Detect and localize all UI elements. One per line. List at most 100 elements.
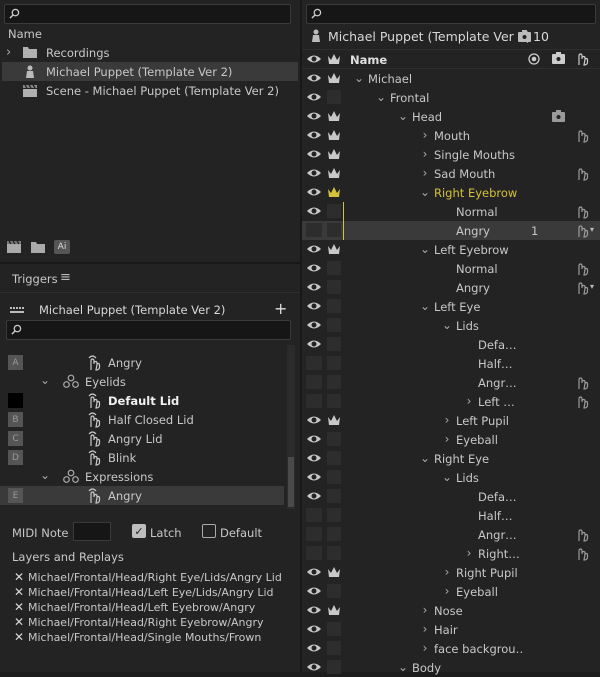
eye-icon[interactable] xyxy=(306,261,322,275)
eye-icon[interactable] xyxy=(306,204,322,218)
crown-toggle-empty[interactable] xyxy=(327,489,341,503)
hand-icon[interactable] xyxy=(575,166,589,184)
crown-toggle-empty[interactable] xyxy=(327,356,341,370)
crown-toggle-empty[interactable] xyxy=(327,280,341,294)
puppet-layer-row[interactable] xyxy=(302,278,600,297)
crown-toggle-empty[interactable] xyxy=(327,451,341,465)
remove-icon[interactable]: ✕ xyxy=(14,615,28,629)
remove-icon[interactable]: ✕ xyxy=(14,570,28,584)
collapse-chevron-icon[interactable]: ⌄ xyxy=(420,451,430,465)
collapse-chevron-icon[interactable]: ⌄ xyxy=(376,90,386,104)
crown-icon[interactable] xyxy=(327,185,341,199)
project-item[interactable]: › Recordings xyxy=(2,43,298,62)
eye-toggle-empty[interactable] xyxy=(306,375,322,389)
project-item[interactable]: Scene - Michael Puppet (Template Ver 2) xyxy=(2,81,298,100)
crown-toggle-empty[interactable] xyxy=(327,204,341,218)
key-slot[interactable]: C xyxy=(8,431,23,446)
puppet-layer-row[interactable] xyxy=(302,259,600,278)
puppet-layer-row[interactable] xyxy=(302,354,600,373)
crown-toggle-empty[interactable] xyxy=(327,584,341,598)
eye-icon[interactable] xyxy=(306,584,322,598)
collapse-chevron-icon[interactable]: ⌄ xyxy=(442,470,452,484)
new-folder-icon[interactable] xyxy=(30,240,46,254)
trigger-row[interactable] xyxy=(0,448,284,467)
collapse-chevron-icon[interactable]: ⌄ xyxy=(420,299,430,313)
eye-toggle-empty[interactable] xyxy=(306,527,322,541)
collapse-chevron-icon[interactable]: ⌄ xyxy=(40,373,50,387)
crown-toggle-empty[interactable] xyxy=(327,375,341,389)
hand-icon[interactable] xyxy=(575,546,589,564)
crown-icon[interactable] xyxy=(327,128,341,142)
key-slot[interactable]: A xyxy=(8,355,23,370)
eye-toggle-empty[interactable] xyxy=(306,508,322,522)
crown-toggle-empty[interactable] xyxy=(327,546,341,560)
dropdown-arrow-icon[interactable]: ▾ xyxy=(590,282,594,291)
eye-icon[interactable] xyxy=(306,413,322,427)
eye-toggle-empty[interactable] xyxy=(306,223,322,237)
eye-icon[interactable] xyxy=(306,432,322,446)
eye-icon[interactable] xyxy=(306,147,322,161)
eye-icon[interactable] xyxy=(306,242,322,256)
crown-icon[interactable] xyxy=(327,565,341,579)
remove-icon[interactable]: ✕ xyxy=(14,630,28,644)
puppet-search-field[interactable] xyxy=(306,4,596,24)
trigger-row[interactable] xyxy=(0,486,284,505)
eye-icon[interactable] xyxy=(306,71,322,85)
collapse-chevron-icon[interactable]: ⌄ xyxy=(354,71,364,85)
puppet-layer-row[interactable] xyxy=(302,487,600,506)
expand-chevron-icon[interactable]: › xyxy=(442,432,452,446)
eye-icon[interactable] xyxy=(306,641,322,655)
eye-icon[interactable] xyxy=(306,128,322,142)
expand-chevron-icon[interactable]: › xyxy=(420,622,430,636)
ai-icon[interactable]: Ai xyxy=(54,240,70,254)
default-checkbox[interactable] xyxy=(202,524,216,538)
puppet-layer-row[interactable] xyxy=(302,88,600,107)
crown-icon[interactable] xyxy=(327,603,341,617)
crown-toggle-empty[interactable] xyxy=(327,432,341,446)
puppet-layer-row[interactable] xyxy=(302,392,600,411)
eye-icon[interactable] xyxy=(306,565,322,579)
eye-icon[interactable] xyxy=(306,318,322,332)
collapse-chevron-icon[interactable]: ⌄ xyxy=(398,109,408,123)
eye-icon[interactable] xyxy=(306,185,322,199)
crown-icon[interactable] xyxy=(327,166,341,180)
puppet-layer-row[interactable] xyxy=(302,373,600,392)
key-slot[interactable] xyxy=(8,393,23,408)
new-scene-icon[interactable] xyxy=(6,240,22,254)
expand-chevron-icon[interactable]: › xyxy=(420,166,430,180)
remove-icon[interactable]: ✕ xyxy=(14,600,28,614)
hand-icon[interactable] xyxy=(575,375,589,393)
crown-icon[interactable] xyxy=(327,52,341,66)
eye-icon[interactable] xyxy=(306,166,322,180)
eye-icon[interactable] xyxy=(306,90,322,104)
collapse-chevron-icon[interactable]: ⌄ xyxy=(420,185,430,199)
midi-note-field[interactable] xyxy=(73,522,111,541)
key-slot[interactable]: E xyxy=(8,488,23,503)
add-trigger-button[interactable]: + xyxy=(274,299,287,318)
puppet-layer-row[interactable] xyxy=(302,525,600,544)
crown-toggle-empty[interactable] xyxy=(327,223,341,237)
key-slot[interactable]: B xyxy=(8,412,23,427)
crown-icon[interactable] xyxy=(327,413,341,427)
triggers-scrollbar[interactable] xyxy=(287,345,295,509)
eye-icon[interactable] xyxy=(306,109,322,123)
hand-icon[interactable] xyxy=(575,204,589,222)
tag-icon[interactable] xyxy=(552,110,565,125)
expand-chevron-icon[interactable]: › xyxy=(420,603,430,617)
expand-chevron-icon[interactable]: › xyxy=(442,584,452,598)
crown-toggle-empty[interactable] xyxy=(327,622,341,636)
expand-chevron-icon[interactable]: › xyxy=(442,413,452,427)
crown-toggle-empty[interactable] xyxy=(327,90,341,104)
puppet-layer-row[interactable] xyxy=(302,658,600,677)
remove-icon[interactable]: ✕ xyxy=(14,585,28,599)
puppet-layer-row[interactable] xyxy=(302,202,600,221)
eye-icon[interactable] xyxy=(306,470,322,484)
hand-icon[interactable] xyxy=(575,280,589,298)
hand-icon[interactable] xyxy=(575,527,589,545)
puppet-layer-row[interactable] xyxy=(302,221,600,240)
hand-icon[interactable] xyxy=(575,394,589,412)
dropdown-arrow-icon[interactable]: ▾ xyxy=(590,225,594,234)
expand-chevron-icon[interactable]: › xyxy=(464,546,474,560)
eye-icon[interactable] xyxy=(306,451,322,465)
collapse-chevron-icon[interactable]: ⌄ xyxy=(40,468,50,482)
